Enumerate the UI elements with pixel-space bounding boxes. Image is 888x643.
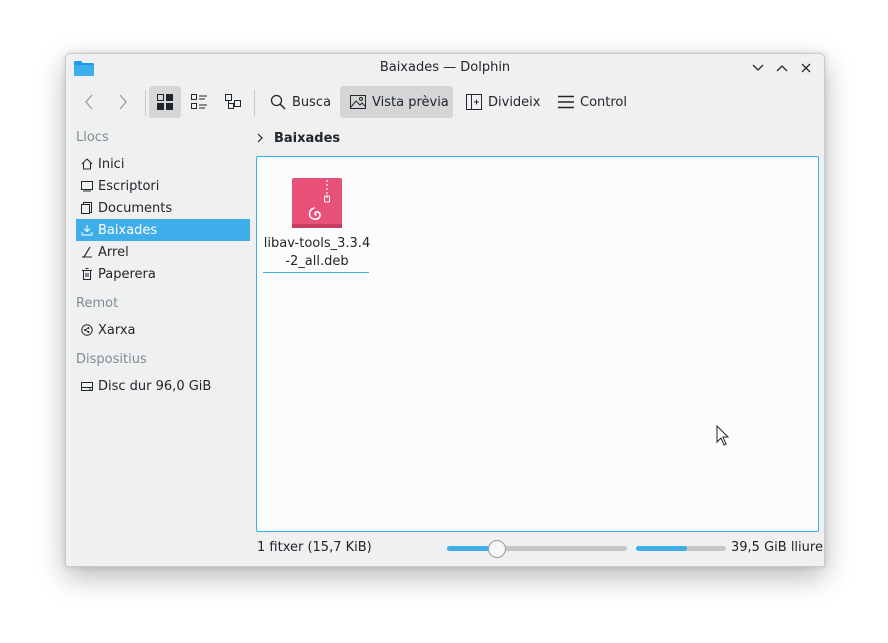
- mouse-pointer-icon: [716, 425, 730, 446]
- breadcrumb-current[interactable]: Baixades: [274, 131, 340, 146]
- control-button-label: Control: [580, 94, 627, 110]
- trash-icon: [76, 268, 98, 280]
- view-tree-icon: [225, 94, 241, 109]
- split-button[interactable]: Divideix: [460, 86, 544, 118]
- place-label: Arrel: [98, 244, 129, 260]
- search-icon: [270, 94, 286, 110]
- free-space-bar-fill: [636, 546, 688, 551]
- place-label: Paperera: [98, 266, 156, 282]
- downloads-icon: [76, 224, 98, 236]
- documents-icon: [76, 202, 98, 214]
- split-button-label: Divideix: [488, 94, 541, 110]
- chevron-left-icon: [85, 94, 93, 110]
- search-button[interactable]: Busca: [262, 86, 332, 118]
- free-space-bar[interactable]: [636, 546, 726, 551]
- breadcrumb[interactable]: Baixades: [256, 128, 340, 148]
- place-arrel[interactable]: Arrel: [76, 241, 250, 263]
- tree-view-button[interactable]: [217, 86, 249, 118]
- network-icon: [76, 324, 98, 336]
- place-harddisk[interactable]: Disc dur 96,0 GiB: [76, 375, 250, 397]
- titlebar[interactable]: Baixades — Dolphin: [66, 54, 824, 82]
- free-space-label: 39,5 GiB lliure: [731, 540, 823, 555]
- preview-button-label: Vista prèvia: [372, 94, 449, 110]
- window-title: Baixades — Dolphin: [379, 60, 511, 75]
- toolbar-separator: [254, 90, 255, 116]
- file-hover-underline: [263, 272, 369, 273]
- image-preview-icon: [350, 95, 366, 109]
- chevron-right-icon: [119, 94, 127, 110]
- status-bar: 1 fitxer (15,7 KiB) 39,5 GiB lliure: [66, 534, 824, 562]
- view-compact-icon: [191, 94, 207, 109]
- place-inici[interactable]: Inici: [76, 153, 250, 175]
- split-view-icon: [466, 94, 482, 110]
- place-label: Documents: [98, 200, 173, 216]
- preview-button[interactable]: Vista prèvia: [340, 86, 453, 118]
- chevron-up-icon: [776, 65, 788, 72]
- close-icon: [801, 63, 811, 73]
- zoom-slider-handle[interactable]: [487, 540, 506, 558]
- root-icon: [76, 246, 98, 258]
- place-xarxa[interactable]: Xarxa: [76, 319, 250, 341]
- zoom-slider[interactable]: [447, 540, 627, 558]
- search-button-label: Busca: [292, 94, 332, 110]
- remote-section-title: Remot: [76, 296, 119, 311]
- compact-view-button[interactable]: [183, 86, 215, 118]
- file-view[interactable]: libav-tools_3.3.4-2_all.deb: [256, 156, 819, 532]
- place-label: Disc dur 96,0 GiB: [98, 378, 212, 394]
- place-baixades[interactable]: Baixades: [76, 219, 250, 241]
- places-section-title: Llocs: [76, 130, 109, 145]
- place-paperera[interactable]: Paperera: [76, 263, 250, 285]
- view-icons-icon: [157, 94, 173, 110]
- back-button[interactable]: [77, 86, 101, 118]
- place-label: Inici: [98, 156, 125, 172]
- home-icon: [76, 158, 98, 170]
- close-button[interactable]: [797, 59, 815, 77]
- desktop-icon: [76, 180, 98, 192]
- harddisk-icon: [76, 380, 98, 392]
- place-label: Escriptori: [98, 178, 160, 194]
- file-name: libav-tools_3.3.4-2_all.deb: [263, 236, 371, 269]
- icons-view-button[interactable]: [149, 86, 181, 118]
- status-summary: 1 fitxer (15,7 KiB): [257, 540, 372, 555]
- place-escriptori[interactable]: Escriptori: [76, 175, 250, 197]
- toolbar-separator: [145, 90, 146, 116]
- file-item[interactable]: libav-tools_3.3.4-2_all.deb: [263, 173, 371, 273]
- forward-button[interactable]: [111, 86, 135, 118]
- maximize-button[interactable]: [773, 59, 791, 77]
- dolphin-window: Baixades — Dolphin Busca Vista prèvia Di…: [65, 53, 825, 567]
- minimize-button[interactable]: [749, 59, 767, 77]
- chevron-down-icon: [752, 64, 764, 71]
- debian-package-icon: [292, 178, 342, 228]
- place-label: Baixades: [98, 222, 158, 238]
- devices-section-title: Dispositius: [76, 352, 147, 367]
- control-menu-button[interactable]: Control: [552, 86, 634, 118]
- main-toolbar: Busca Vista prèvia Divideix Control: [66, 82, 824, 122]
- place-label: Xarxa: [98, 322, 136, 338]
- hamburger-menu-icon: [558, 95, 574, 109]
- chevron-right-icon: [257, 133, 263, 143]
- place-documents[interactable]: Documents: [76, 197, 250, 219]
